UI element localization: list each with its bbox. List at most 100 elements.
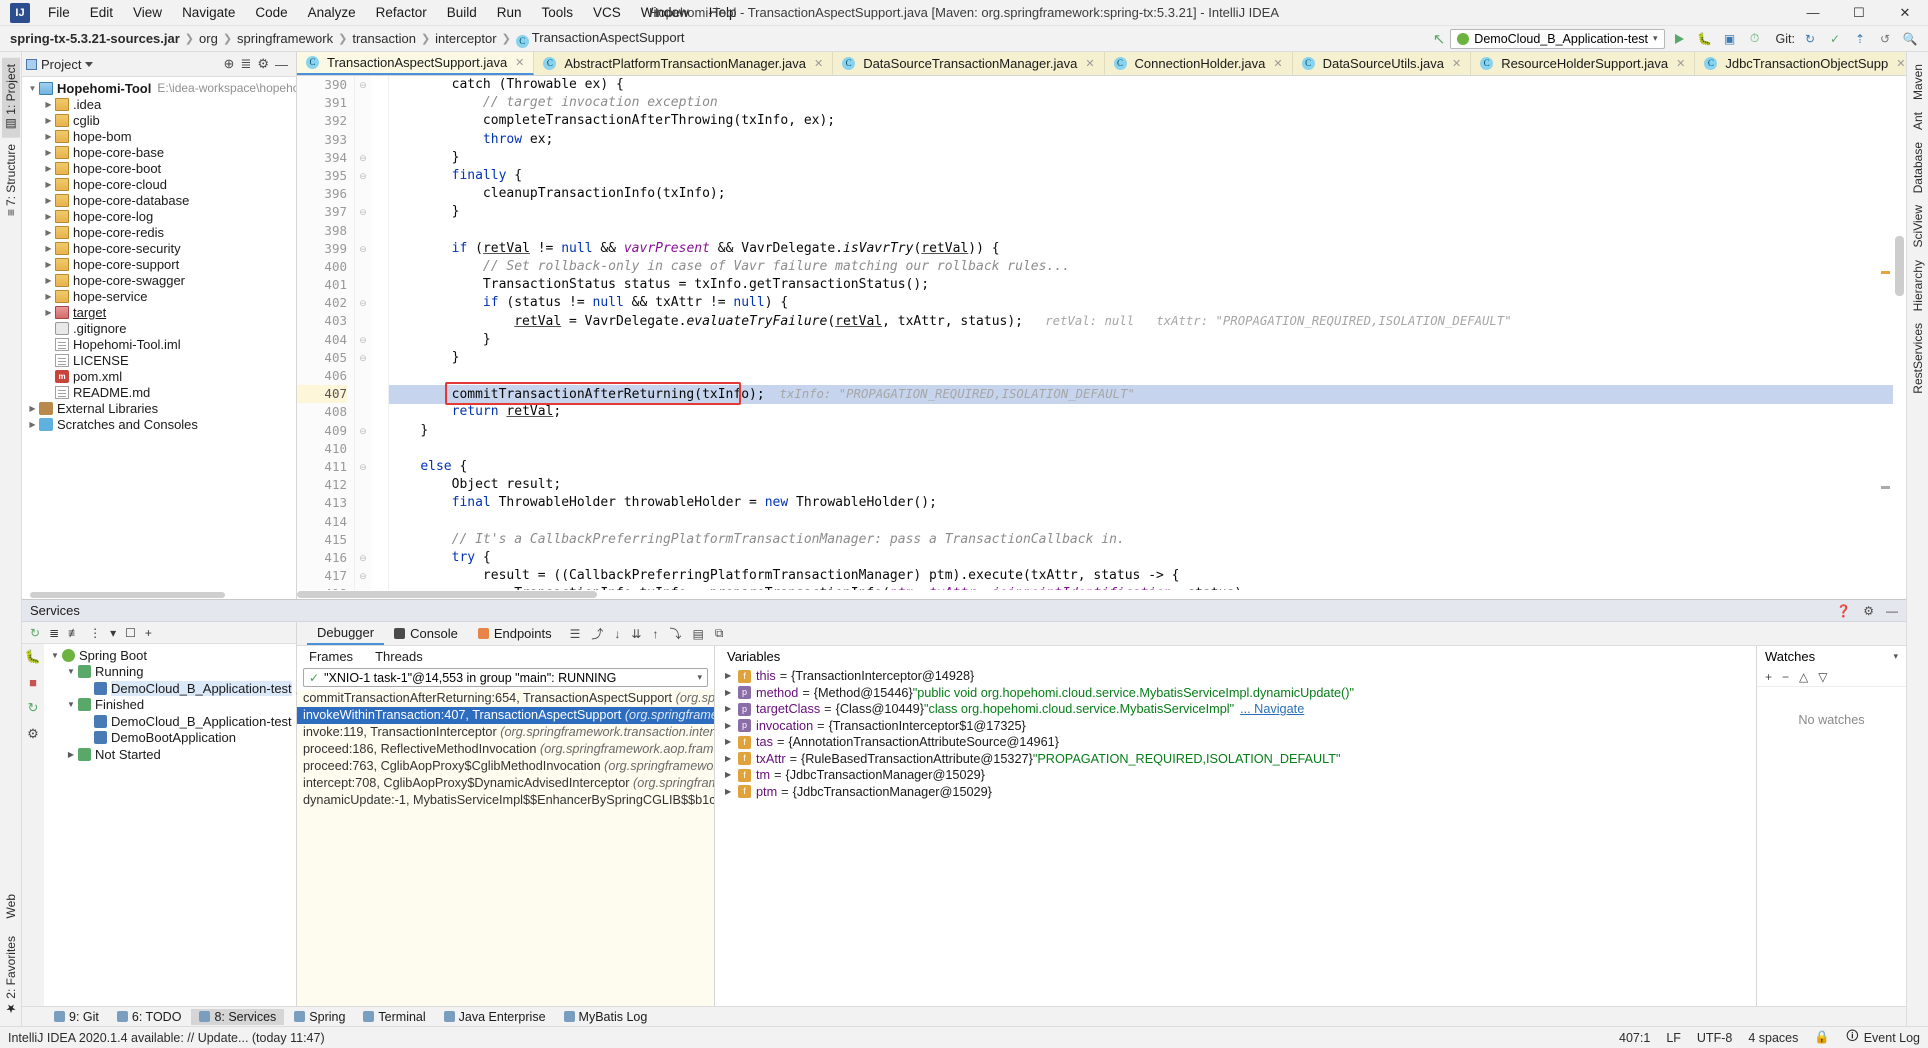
line-number[interactable]: 406 xyxy=(297,367,347,385)
chevron-right-icon[interactable]: ▶ xyxy=(26,404,39,413)
close-icon[interactable]: ✕ xyxy=(515,56,524,69)
editor-horizontal-scrollbar[interactable] xyxy=(297,590,1906,599)
menu-bar[interactable]: File Edit View Navigate Code Analyze Refactor B… xyxy=(38,2,747,23)
add-watch-icon[interactable]: + xyxy=(1765,670,1772,684)
tool-window-button-terminal[interactable]: Terminal xyxy=(355,1009,433,1025)
tab-threads[interactable]: Threads xyxy=(375,649,423,664)
project-tree-item[interactable]: ▶ hope-core-database xyxy=(22,192,296,208)
stack-frame[interactable]: invokeWithinTransaction:407, Transaction… xyxy=(297,707,714,724)
code-line-401[interactable]: TransactionStatus status = txInfo.getTra… xyxy=(389,276,1906,294)
code-line-396[interactable]: cleanupTransactionInfo(txInfo); xyxy=(389,185,1906,203)
code-line-393[interactable]: throw ex; xyxy=(389,131,1906,149)
close-button[interactable]: ✕ xyxy=(1882,0,1928,25)
breadcrumb-item-1[interactable]: org xyxy=(199,31,218,46)
code-line-415[interactable]: // It's a CallbackPreferringPlatformTran… xyxy=(389,531,1906,549)
code-folding-column[interactable]: ⊖⊖⊖⊖⊖⊖⊖⊖⊖⊖⊖⊖⊖⊖ xyxy=(355,76,371,590)
variable-row[interactable]: ▶ p invocation = {TransactionInterceptor$1@1… xyxy=(715,718,1756,735)
line-number[interactable]: 400 xyxy=(297,258,347,276)
chevron-right-icon[interactable]: ▶ xyxy=(725,734,738,751)
code-line-416[interactable]: try { xyxy=(389,549,1906,567)
navigate-link[interactable]: ... Navigate xyxy=(1240,701,1304,718)
git-history-icon[interactable]: ↺ xyxy=(1875,29,1895,49)
project-tree-item[interactable]: ▶ hope-service xyxy=(22,288,296,304)
close-icon[interactable]: ✕ xyxy=(1896,57,1905,70)
close-icon[interactable]: ✕ xyxy=(1452,57,1461,70)
chevron-right-icon[interactable]: ▶ xyxy=(725,718,738,735)
menu-item-file[interactable]: File xyxy=(38,2,80,23)
code-line-399[interactable]: if (retVal != null && vavrPresent && Vav… xyxy=(389,240,1906,258)
code-line-417[interactable]: result = ((CallbackPreferringPlatformTra… xyxy=(389,567,1906,585)
chevron-right-icon[interactable]: ▶ xyxy=(42,196,55,205)
chevron-right-icon[interactable]: ▶ xyxy=(42,132,55,141)
project-tree-item[interactable]: ▶ hope-core-redis xyxy=(22,224,296,240)
debug-button[interactable]: 🐛 xyxy=(1695,29,1715,49)
breakpoint-column[interactable] xyxy=(371,76,389,590)
code-line-410[interactable] xyxy=(389,440,1906,458)
debugger-tab-debugger[interactable]: Debugger xyxy=(307,622,385,645)
collapse-all-icon[interactable]: ≢ xyxy=(68,626,80,640)
services-tree-item[interactable]: ▼ Finished xyxy=(44,697,312,714)
restart-icon[interactable]: ↻ xyxy=(28,700,39,716)
chevron-right-icon[interactable]: ▶ xyxy=(42,164,55,173)
stack-frame[interactable]: intercept:708, CglibAopProxy$DynamicAdvi… xyxy=(297,775,714,792)
mute-breakpoints-icon[interactable]: ⧉ xyxy=(715,626,724,641)
expand-all-icon[interactable]: ≣ xyxy=(49,626,59,640)
hide-panel-icon[interactable]: — xyxy=(275,57,288,72)
sidebar-item-favorites[interactable]: ★ 2: Favorites xyxy=(2,930,20,1022)
line-number[interactable]: 417 xyxy=(297,567,347,585)
line-number[interactable]: 416 xyxy=(297,549,347,567)
code-line-402[interactable]: if (status != null && txAttr != null) { xyxy=(389,294,1906,312)
chevron-down-icon[interactable]: ▼ xyxy=(26,84,39,93)
git-update-icon[interactable]: ↻ xyxy=(1800,29,1820,49)
sidebar-item-sciview[interactable]: SciView xyxy=(1909,199,1927,253)
menu-item-tools[interactable]: Tools xyxy=(532,2,584,23)
project-tree-item[interactable]: ▶ Scratches and Consoles xyxy=(22,416,296,432)
profiler-button[interactable]: ⏱ xyxy=(1745,29,1765,49)
editor-tab-1[interactable]: C AbstractPlatformTransactionManager.java… xyxy=(534,52,834,75)
stack-frame[interactable]: proceed:763, CglibAopProxy$CglibMethodIn… xyxy=(297,758,714,775)
editor-tab-0[interactable]: C TransactionAspectSupport.java ✕ xyxy=(297,52,535,75)
project-tree-item[interactable]: ▶ hope-core-support xyxy=(22,256,296,272)
line-number[interactable]: 412 xyxy=(297,476,347,494)
code-line-390[interactable]: catch (Throwable ex) { xyxy=(389,76,1906,94)
chevron-right-icon[interactable]: ▶ xyxy=(725,784,738,801)
step-into-icon[interactable]: ↓ xyxy=(614,627,620,641)
code-line-411[interactable]: else { xyxy=(389,458,1906,476)
line-number[interactable]: 402 xyxy=(297,294,347,312)
project-tree-item[interactable]: ▶ hope-core-security xyxy=(22,240,296,256)
chevron-right-icon[interactable]: ▶ xyxy=(725,767,738,784)
project-tree-item[interactable]: ▶ .idea xyxy=(22,96,296,112)
editor-tab-4[interactable]: C DataSourceUtils.java ✕ xyxy=(1292,52,1472,75)
chevron-right-icon[interactable]: ▶ xyxy=(725,668,738,685)
menu-item-view[interactable]: View xyxy=(123,2,172,23)
line-number[interactable]: 410 xyxy=(297,440,347,458)
sidebar-item-project[interactable]: ▤ 1: Project xyxy=(1,58,20,138)
git-commit-icon[interactable]: ✓ xyxy=(1825,29,1845,49)
code-line-414[interactable] xyxy=(389,513,1906,531)
chevron-down-icon[interactable]: ▼ xyxy=(48,651,62,660)
caret-position[interactable]: 407:1 xyxy=(1619,1031,1650,1045)
step-out-icon[interactable]: ↑ xyxy=(652,627,658,641)
fold-toggle-icon[interactable]: ⊖ xyxy=(355,331,371,349)
group-icon[interactable]: ⋮ xyxy=(89,626,101,640)
hide-panel-icon[interactable]: — xyxy=(1886,604,1898,618)
breadcrumb[interactable]: spring-tx-5.3.21-sources.jar ❯ org ❯ springf… xyxy=(10,30,685,48)
menu-item-help[interactable]: Help xyxy=(699,2,747,23)
line-number[interactable]: 401 xyxy=(297,276,347,294)
line-number[interactable]: 414 xyxy=(297,513,347,531)
editor-tab-6[interactable]: C JdbcTransactionObjectSupp ✕ xyxy=(1695,52,1906,75)
line-number[interactable]: 411 xyxy=(297,458,347,476)
variable-row[interactable]: ▶ f txAttr = {RuleBasedTransactionAttribute@… xyxy=(715,751,1756,768)
code-line-409[interactable]: } xyxy=(389,422,1906,440)
project-horizontal-scrollbar[interactable] xyxy=(22,591,296,599)
line-number[interactable]: 390 xyxy=(297,76,347,94)
code-line-404[interactable]: } xyxy=(389,331,1906,349)
editor-tab-5[interactable]: C ResourceHolderSupport.java ✕ xyxy=(1471,52,1696,75)
project-tree-item[interactable]: ▶ hope-core-base xyxy=(22,144,296,160)
step-over-icon[interactable]: ⤴ xyxy=(591,625,603,642)
minimize-button[interactable]: — xyxy=(1790,0,1836,25)
project-tree-item[interactable]: ▶ hope-core-log xyxy=(22,208,296,224)
line-number[interactable]: 395 xyxy=(297,167,347,185)
back-arrow-icon[interactable]: ↖ xyxy=(1433,30,1446,48)
line-number[interactable]: 405 xyxy=(297,349,347,367)
